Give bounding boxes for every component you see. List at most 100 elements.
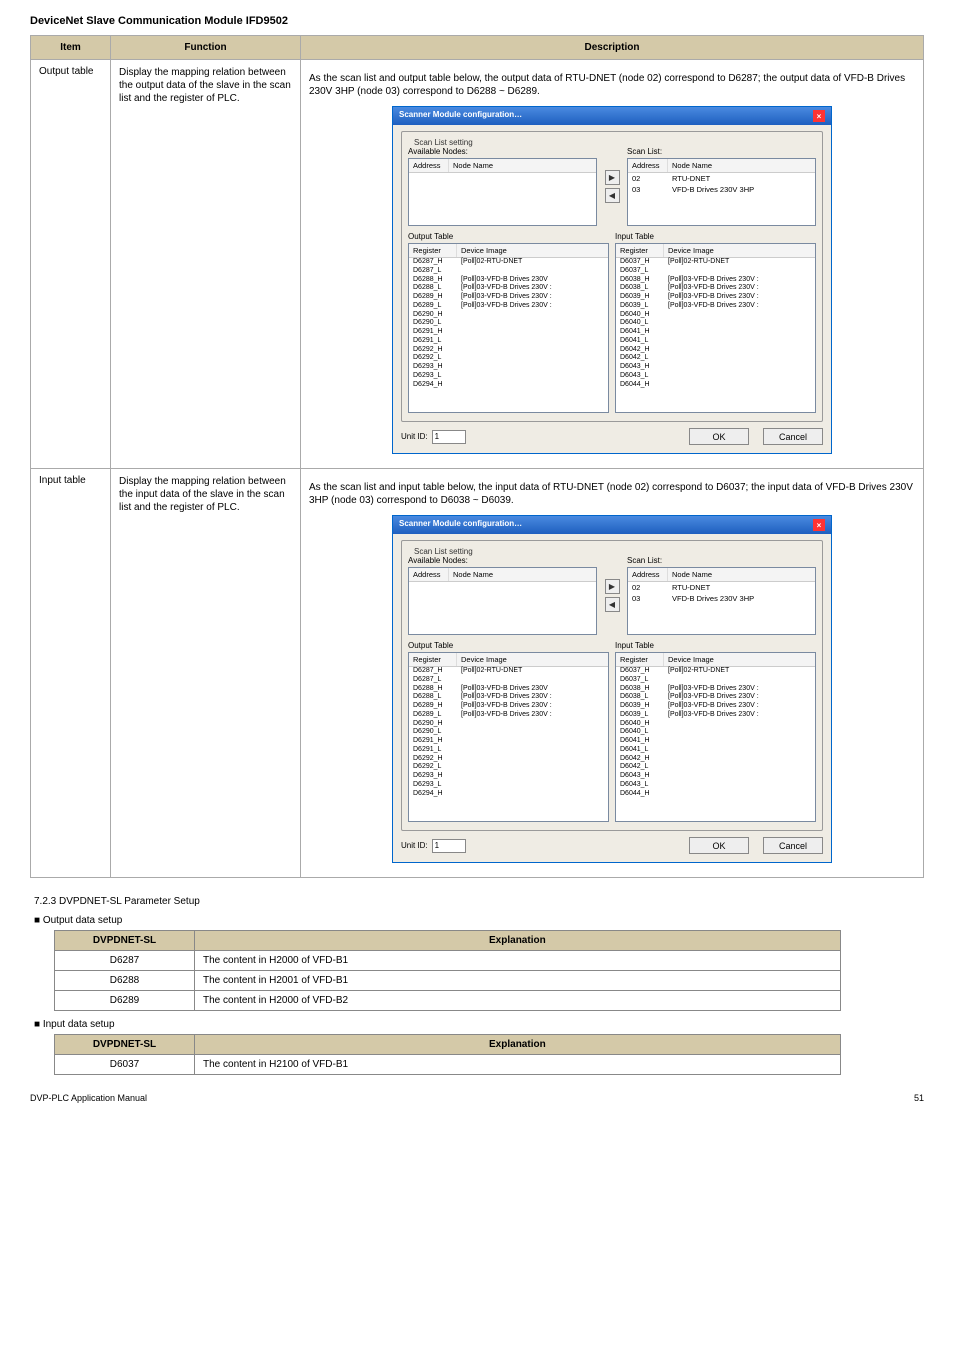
output-regbox[interactable]: RegisterDevice Image D6287_H[Poll]02-RTU… [408,652,609,822]
arrow-left-icon[interactable]: ◀ [605,188,620,203]
reg-row: D6292_H [409,755,608,764]
reg-row: D6292_L [409,763,608,772]
input-bullet: ■ Input data setup [34,1019,924,1030]
reg-row: D6288_H[Poll]03-VFD-B Drives 230V [409,276,608,285]
reg-row: D6042_H [616,346,815,355]
reg-row: D6290_H [409,720,608,729]
available-list[interactable]: AddressNode Name [408,158,597,226]
reg-row: D6287_H[Poll]02-RTU-DNET [409,258,608,267]
hdr-desc: Description [301,36,924,60]
output-label: Output Table [408,641,609,650]
reg-row: D6294_H [409,790,608,799]
scan-row[interactable]: 03VFD-B Drives 230V 3HP [628,184,815,195]
scan-row[interactable]: 02RTU-DNET [628,173,815,184]
scan-label: Scan List: [627,556,816,565]
reg-row: D6290_H [409,311,608,320]
reg-row: D6293_H [409,363,608,372]
input-regbox[interactable]: RegisterDevice Image D6037_H[Poll]02-RTU… [615,652,816,822]
input-regbox[interactable]: RegisterDevice Image D6037_H[Poll]02-RTU… [615,243,816,413]
output-lead: Output data setup [43,915,123,926]
output-table: DVPDNET-SL Explanation D6287The content … [54,930,841,1011]
scan-row[interactable]: 03VFD-B Drives 230V 3HP [628,593,815,604]
reg-row: D6288_L[Poll]03-VFD-B Drives 230V : [409,284,608,293]
cancel-button[interactable]: Cancel [763,837,823,854]
output-label: Output Table [408,232,609,241]
scan-row[interactable]: 02RTU-DNET [628,582,815,593]
fieldset-legend: Scan List setting [411,547,476,556]
available-label: Available Nodes: [408,556,597,565]
hdr-item: Item [31,36,111,60]
close-icon[interactable]: × [813,519,825,531]
input-label: Input Table [615,641,816,650]
bullet-sym: ■ [34,915,40,926]
reg-row: D6038_L[Poll]03-VFD-B Drives 230V : [616,693,815,702]
reg-row: D6291_L [409,337,608,346]
unit-id-input[interactable] [432,430,466,444]
reg-row: D6044_H [616,381,815,390]
reg-row: D6293_L [409,372,608,381]
io-reg: D6289 [55,991,195,1011]
scan-list[interactable]: AddressNode Name 02RTU-DNET03VFD-B Drive… [627,158,816,226]
reg-row: D6041_L [616,746,815,755]
scanner-dialog: Scanner Module configuration… × Scan Lis… [392,106,832,454]
item-cell: Output table [31,60,111,469]
reg-row: D6040_L [616,728,815,737]
out-h1: DVPDNET-SL [55,931,195,951]
arrow-left-icon[interactable]: ◀ [605,597,620,612]
reg-row: D6038_H[Poll]03-VFD-B Drives 230V : [616,685,815,694]
ok-button[interactable]: OK [689,837,749,854]
reg-row: D6291_L [409,746,608,755]
hdr-func: Function [111,36,301,60]
reg-row: D6040_L [616,319,815,328]
output-regbox[interactable]: RegisterDevice Image D6287_H[Poll]02-RTU… [408,243,609,413]
reg-row: D6288_L[Poll]03-VFD-B Drives 230V : [409,693,608,702]
reg-row: D6288_H[Poll]03-VFD-B Drives 230V [409,685,608,694]
in-h2: Explanation [195,1035,841,1055]
reg-row: D6292_H [409,346,608,355]
reg-row: D6039_H[Poll]03-VFD-B Drives 230V : [616,293,815,302]
reg-row: D6041_L [616,337,815,346]
reg-row: D6292_L [409,354,608,363]
reg-row: D6289_L[Poll]03-VFD-B Drives 230V : [409,302,608,311]
scanner-dialog: Scanner Module configuration… × Scan Lis… [392,515,832,863]
io-reg: D6288 [55,971,195,991]
function-cell: Display the mapping relation between the… [111,60,301,469]
reg-row: D6039_H[Poll]03-VFD-B Drives 230V : [616,702,815,711]
unit-id-input[interactable] [432,839,466,853]
ok-button[interactable]: OK [689,428,749,445]
reg-row: D6037_L [616,267,815,276]
cancel-button[interactable]: Cancel [763,428,823,445]
unit-id-field: Unit ID: [401,839,466,853]
available-list[interactable]: AddressNode Name [408,567,597,635]
unit-id-field: Unit ID: [401,430,466,444]
close-icon[interactable]: × [813,110,825,122]
main-table: Item Function Description Output table D… [30,35,924,878]
function-cell: Display the mapping relation between the… [111,469,301,878]
reg-row: D6043_L [616,781,815,790]
arrow-right-icon[interactable]: ▶ [605,170,620,185]
in-h1: DVPDNET-SL [55,1035,195,1055]
arrow-right-icon[interactable]: ▶ [605,579,620,594]
reg-row: D6287_H[Poll]02-RTU-DNET [409,667,608,676]
input-lead: Input data setup [43,1019,115,1030]
page-footer: DVP-PLC Application Manual 51 [30,1093,924,1103]
reg-row: D6044_H [616,790,815,799]
reg-row: D6041_H [616,328,815,337]
io-expl: The content in H2000 of VFD-B1 [195,951,841,971]
io-reg: D6287 [55,951,195,971]
reg-row: D6289_H[Poll]03-VFD-B Drives 230V : [409,293,608,302]
output-bullet: ■ Output data setup [34,915,924,926]
dialog-title: Scanner Module configuration… [399,110,522,122]
footer-left: DVP-PLC Application Manual [30,1093,147,1103]
reg-row: D6291_H [409,737,608,746]
reg-row: D6289_L[Poll]03-VFD-B Drives 230V : [409,711,608,720]
footer-right: 51 [914,1093,924,1103]
reg-row: D6040_H [616,311,815,320]
scan-list[interactable]: AddressNode Name 02RTU-DNET03VFD-B Drive… [627,567,816,635]
reg-row: D6293_H [409,772,608,781]
item-cell: Input table [31,469,111,878]
dialog-title-bar: Scanner Module configuration… × [393,107,831,125]
reg-row: D6287_L [409,676,608,685]
reg-row: D6037_H[Poll]02-RTU-DNET [616,258,815,267]
fieldset-legend: Scan List setting [411,138,476,147]
